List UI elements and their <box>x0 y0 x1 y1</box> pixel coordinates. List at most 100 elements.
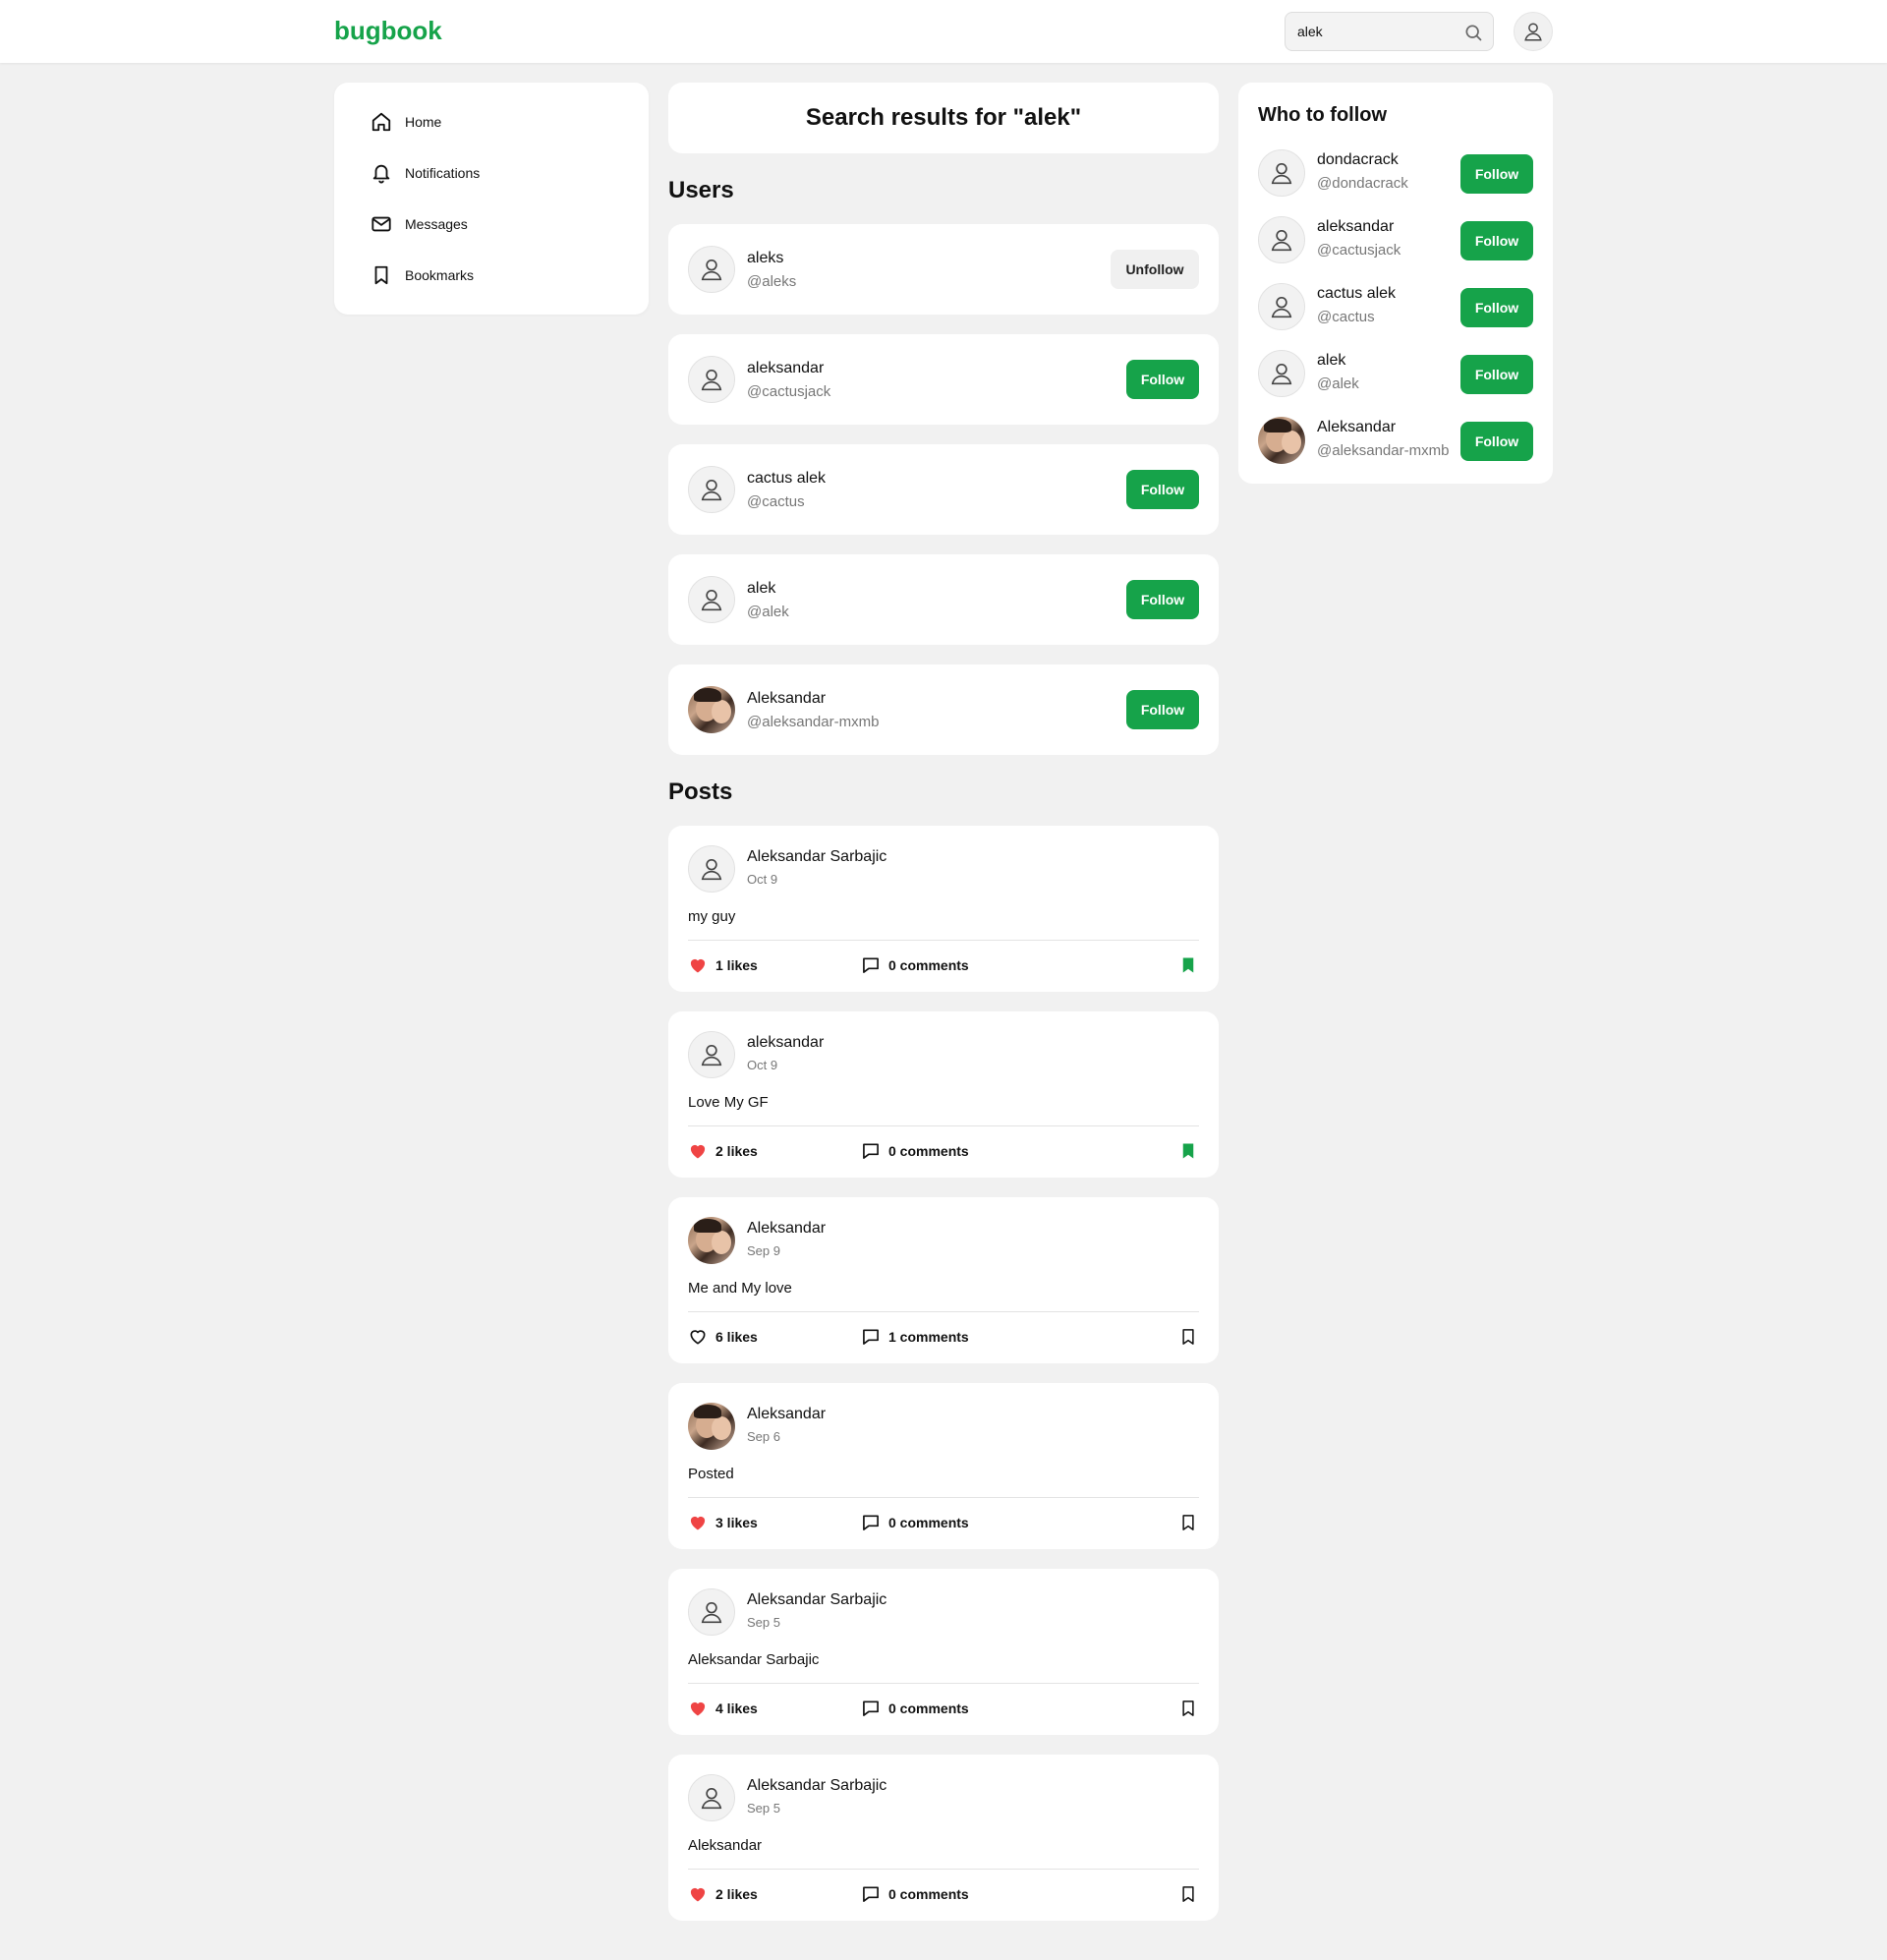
sidebar-item-messages[interactable]: Messages <box>370 204 615 244</box>
follow-button[interactable]: Follow <box>1460 154 1533 194</box>
comments-button[interactable]: 0 comments <box>861 1139 969 1163</box>
follow-button[interactable]: Follow <box>1126 360 1199 399</box>
follow-button[interactable]: Follow <box>1126 580 1199 619</box>
like-button[interactable]: 3 likes <box>688 1511 758 1534</box>
user-result-card[interactable]: aleks @aleks Unfollow <box>668 224 1219 315</box>
user-name[interactable]: aleks <box>747 250 783 267</box>
follow-button[interactable]: Follow <box>1126 470 1199 509</box>
post-card: Aleksandar Sarbajic Sep 5 Aleksandar 2 l… <box>668 1755 1219 1921</box>
post-author[interactable]: Aleksandar <box>747 1220 826 1238</box>
comment-icon <box>863 1886 879 1902</box>
like-button[interactable]: 2 likes <box>688 1139 758 1163</box>
user-handle: @aleksandar-mxmb <box>747 714 880 730</box>
post-date[interactable]: Oct 9 <box>747 872 777 887</box>
avatar[interactable] <box>688 845 735 893</box>
user-result-card[interactable]: alek @alek Follow <box>668 554 1219 645</box>
post-body: Posted <box>688 1466 734 1482</box>
like-button[interactable]: 1 likes <box>688 953 758 977</box>
avatar[interactable] <box>1258 283 1305 330</box>
user-name[interactable]: aleksandar <box>1317 218 1394 236</box>
search-icon[interactable] <box>1463 23 1483 42</box>
post-date[interactable]: Sep 5 <box>747 1615 780 1630</box>
comments-count: 0 comments <box>888 1886 969 1902</box>
post-author[interactable]: Aleksandar Sarbajic <box>747 1777 886 1795</box>
avatar-photo[interactable] <box>688 1403 735 1450</box>
post-author[interactable]: Aleksandar Sarbajic <box>747 1591 886 1609</box>
bookmark-button[interactable] <box>1177 1139 1199 1163</box>
follow-button[interactable]: Follow <box>1460 288 1533 327</box>
post-date[interactable]: Oct 9 <box>747 1058 777 1072</box>
post-author[interactable]: aleksandar <box>747 1034 824 1052</box>
post-author[interactable]: Aleksandar <box>747 1406 826 1423</box>
unfollow-button[interactable]: Unfollow <box>1111 250 1199 289</box>
search-input[interactable] <box>1286 13 1453 50</box>
follow-button[interactable]: Follow <box>1460 221 1533 260</box>
avatar[interactable] <box>688 1588 735 1636</box>
avatar[interactable] <box>688 246 735 293</box>
logo[interactable]: bugbook <box>334 16 442 46</box>
comments-button[interactable]: 0 comments <box>861 953 969 977</box>
avatar[interactable] <box>1258 149 1305 197</box>
sidebar-item-bookmarks[interactable]: Bookmarks <box>370 256 615 295</box>
sidebar-item-notifications[interactable]: Notifications <box>370 153 615 193</box>
search-results-title: Search results for "alek" <box>668 83 1219 153</box>
follow-button[interactable]: Follow <box>1126 690 1199 729</box>
heart-filled-icon <box>690 1516 706 1530</box>
post-author[interactable]: Aleksandar Sarbajic <box>747 848 886 866</box>
avatar[interactable] <box>1258 350 1305 397</box>
search-box[interactable] <box>1285 12 1494 51</box>
user-name[interactable]: alek <box>747 580 775 598</box>
avatar[interactable] <box>688 356 735 403</box>
post-date[interactable]: Sep 5 <box>747 1801 780 1816</box>
user-result-card[interactable]: cactus alek @cactus Follow <box>668 444 1219 535</box>
user-handle: @alek <box>747 604 789 620</box>
avatar[interactable] <box>1258 216 1305 263</box>
who-to-follow-title: Who to follow <box>1258 104 1388 126</box>
user-handle: @alek <box>1317 375 1359 392</box>
avatar[interactable] <box>688 466 735 513</box>
like-button[interactable]: 2 likes <box>688 1882 758 1906</box>
bookmark-icon <box>370 263 393 287</box>
user-handle: @cactus <box>1317 309 1375 325</box>
avatar-photo[interactable] <box>688 1217 735 1264</box>
divider <box>688 1497 1199 1498</box>
user-name[interactable]: dondacrack <box>1317 151 1399 169</box>
user-result-card[interactable]: Aleksandar @aleksandar-mxmb Follow <box>668 664 1219 755</box>
follow-button[interactable]: Follow <box>1460 355 1533 394</box>
comment-icon <box>863 1515 879 1530</box>
follow-button[interactable]: Follow <box>1460 422 1533 461</box>
avatar-photo[interactable] <box>688 686 735 733</box>
user-name[interactable]: cactus alek <box>747 470 826 488</box>
user-name[interactable]: aleksandar <box>747 360 824 377</box>
user-menu-avatar[interactable] <box>1514 12 1553 51</box>
comments-button[interactable]: 0 comments <box>861 1697 969 1720</box>
post-date[interactable]: Sep 9 <box>747 1243 780 1258</box>
heart-outline-icon <box>690 1330 706 1345</box>
post-date[interactable]: Sep 6 <box>747 1429 780 1444</box>
bookmark-button[interactable] <box>1177 1325 1199 1349</box>
user-name[interactable]: alek <box>1317 352 1345 370</box>
bookmark-button[interactable] <box>1177 1697 1199 1720</box>
user-name[interactable]: Aleksandar <box>747 690 826 708</box>
avatar[interactable] <box>688 576 735 623</box>
page-title: Search results for "alek" <box>805 104 1082 131</box>
comments-button[interactable]: 0 comments <box>861 1882 969 1906</box>
user-icon <box>701 858 722 881</box>
bookmark-button[interactable] <box>1177 1511 1199 1534</box>
avatar-photo[interactable] <box>1258 417 1305 464</box>
like-button[interactable]: 4 likes <box>688 1697 758 1720</box>
bookmark-button[interactable] <box>1177 1882 1199 1906</box>
users-heading: Users <box>668 177 734 203</box>
comments-button[interactable]: 0 comments <box>861 1511 969 1534</box>
bookmark-button[interactable] <box>1177 953 1199 977</box>
avatar[interactable] <box>688 1774 735 1821</box>
like-button[interactable]: 6 likes <box>688 1325 758 1349</box>
avatar[interactable] <box>688 1031 735 1078</box>
user-handle: @dondacrack <box>1317 175 1408 192</box>
user-name[interactable]: cactus alek <box>1317 285 1396 303</box>
comments-button[interactable]: 1 comments <box>861 1325 969 1349</box>
post-card: aleksandar Oct 9 Love My GF 2 likes 0 co… <box>668 1011 1219 1178</box>
user-result-card[interactable]: aleksandar @cactusjack Follow <box>668 334 1219 425</box>
sidebar-item-home[interactable]: Home <box>370 102 615 142</box>
user-name[interactable]: Aleksandar <box>1317 419 1396 436</box>
